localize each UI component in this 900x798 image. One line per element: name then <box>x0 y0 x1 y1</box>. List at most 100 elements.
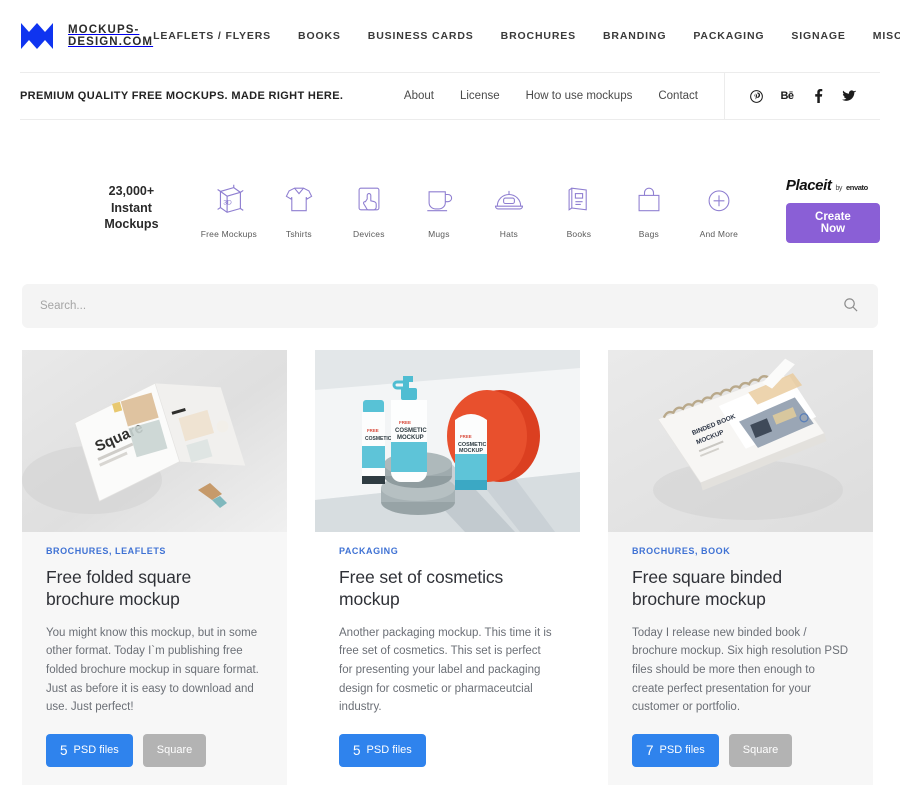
psd-files-badge[interactable]: 7 PSD files <box>632 733 719 767</box>
promo-category-bags[interactable]: Bags <box>614 177 684 239</box>
placeit-by-label: by <box>835 185 843 192</box>
primary-menu: LEAFLETS / FLYERS BOOKS BUSINESS CARDS B… <box>153 30 900 42</box>
mockup-card-description: Another packaging mockup. This time it i… <box>339 626 552 714</box>
mockup-thumbnail-square-binded-brochure[interactable]: BINDED BOOK MOCKUP <box>608 350 873 532</box>
svg-text:COSMETIC: COSMETIC <box>395 428 427 434</box>
svg-text:FREE: FREE <box>460 434 472 439</box>
search-icon <box>843 297 858 315</box>
mockup-thumbnail-cosmetics-set[interactable]: FREE COSMETIC FREE COSMETIC MOCKUP FREE … <box>315 350 580 532</box>
top-navigation-bar: MOCKUPS-DESIGN.COM LEAFLETS / FLYERS BOO… <box>0 0 900 72</box>
mockup-card-title[interactable]: Free square binded brochure mockup <box>632 567 849 611</box>
nav-item-misc[interactable]: MISC <box>873 30 900 42</box>
svg-text:FREE: FREE <box>367 428 379 433</box>
mockup-card-tags[interactable]: BROCHURES, LEAFLETS <box>46 546 263 556</box>
mockup-card-tags[interactable]: BROCHURES, BOOK <box>632 546 849 556</box>
mockup-thumbnail-folded-square-brochure[interactable]: Square <box>22 350 287 532</box>
mockup-card[interactable]: BINDED BOOK MOCKUP BROCHURES, BOOK Free … <box>608 350 873 785</box>
facebook-icon[interactable] <box>811 88 825 104</box>
nav-item-packaging[interactable]: PACKAGING <box>693 30 764 42</box>
social-links: Bē <box>724 73 856 119</box>
mockup-card[interactable]: Square BROCHURES, LEAFLETS Free folded s… <box>22 350 287 785</box>
mockup-card-body: BROCHURES, BOOK Free square binded broch… <box>608 532 873 767</box>
promo-category-strip: 23,000+ Instant Mockups 3D Free Mockups <box>0 154 900 262</box>
plus-circle-icon <box>701 177 737 221</box>
mockup-card-description: You might know this mockup, but in some … <box>46 626 259 714</box>
secondary-navigation-bar: PREMIUM QUALITY FREE MOCKUPS. MADE RIGHT… <box>20 72 880 120</box>
mockup-card-description: Today I release new binded book / brochu… <box>632 626 849 714</box>
promo-category-label: Free Mockups <box>200 229 257 239</box>
psd-count: 7 <box>646 742 654 758</box>
format-badge[interactable]: Square <box>142 733 207 767</box>
promo-category-label: Books <box>566 229 592 239</box>
book-icon <box>561 177 597 221</box>
mockup-card-body: BROCHURES, LEAFLETS Free folded square b… <box>22 532 287 767</box>
count-line-1: 23,000+ <box>108 184 155 199</box>
svg-text:COSMETIC: COSMETIC <box>365 436 392 442</box>
nav-item-books[interactable]: BOOKS <box>298 30 341 42</box>
mockup-card-body: PACKAGING Free set of cosmetics mockup A… <box>315 532 580 767</box>
psd-files-badge[interactable]: 5 PSD files <box>46 733 133 767</box>
psd-label: PSD files <box>659 744 705 757</box>
placeit-logo: Placeit by envato <box>786 177 868 194</box>
nav-item-branding[interactable]: BRANDING <box>603 30 666 42</box>
twitter-icon[interactable] <box>842 88 856 104</box>
sublink-contact[interactable]: Contact <box>658 90 698 102</box>
mockup-card[interactable]: FREE COSMETIC FREE COSMETIC MOCKUP FREE … <box>315 350 580 785</box>
count-line-3: Mockups <box>104 217 159 232</box>
promo-category-hats[interactable]: Hats <box>474 177 544 239</box>
device-tap-icon <box>351 177 387 221</box>
psd-count: 5 <box>353 742 361 758</box>
sublink-license[interactable]: License <box>460 90 500 102</box>
site-tagline: PREMIUM QUALITY FREE MOCKUPS. MADE RIGHT… <box>20 90 344 102</box>
promo-category-tshirts[interactable]: Tshirts <box>264 177 334 239</box>
promo-category-label: Hats <box>499 229 519 239</box>
tshirt-icon <box>281 177 317 221</box>
mockup-card-grid: Square BROCHURES, LEAFLETS Free folded s… <box>22 350 878 785</box>
nav-item-leaflets-flyers[interactable]: LEAFLETS / FLYERS <box>153 30 271 42</box>
brand-home-link[interactable]: MOCKUPS-DESIGN.COM <box>20 21 153 51</box>
svg-text:MOCKUP: MOCKUP <box>459 448 483 454</box>
psd-label: PSD files <box>73 744 119 757</box>
brand-name: MOCKUPS-DESIGN.COM <box>68 24 154 48</box>
svg-text:3D: 3D <box>223 200 232 207</box>
psd-label: PSD files <box>366 744 412 757</box>
format-badge[interactable]: Square <box>728 733 793 767</box>
sublink-about[interactable]: About <box>404 90 434 102</box>
mockup-card-badges: 5 PSD files <box>339 733 556 767</box>
svg-text:FREE: FREE <box>399 420 411 425</box>
mockup-card-title[interactable]: Free set of cosmetics mockup <box>339 567 556 611</box>
count-line-2: Instant <box>110 200 152 215</box>
envato-wordmark: envato <box>846 183 868 192</box>
psd-count: 5 <box>60 742 68 758</box>
promo-category-devices[interactable]: Devices <box>334 177 404 239</box>
secondary-links: About License How to use mockups Contact… <box>404 73 880 119</box>
nav-item-brochures[interactable]: BROCHURES <box>501 30 576 42</box>
search-bar[interactable] <box>22 284 878 328</box>
promo-category-free-mockups[interactable]: 3D Free Mockups <box>194 177 264 239</box>
mockup-card-title[interactable]: Free folded square brochure mockup <box>46 567 263 611</box>
nav-item-business-cards[interactable]: BUSINESS CARDS <box>368 30 474 42</box>
promo-category-and-more[interactable]: And More <box>684 177 754 239</box>
mockup-card-badges: 5 PSD files Square <box>46 733 263 767</box>
cube-3d-icon: 3D <box>210 177 248 221</box>
psd-files-badge[interactable]: 5 PSD files <box>339 733 426 767</box>
pinterest-icon[interactable] <box>749 88 763 104</box>
promo-category-label: And More <box>699 229 739 239</box>
promo-category-label: Bags <box>638 229 659 239</box>
search-submit-button[interactable] <box>840 296 860 316</box>
instant-mockups-count: 23,000+ Instant Mockups <box>85 183 178 233</box>
create-now-button[interactable]: Create Now <box>785 203 880 243</box>
promo-category-books[interactable]: Books <box>544 177 614 239</box>
mockup-card-tags[interactable]: PACKAGING <box>339 546 556 556</box>
svg-text:MOCKUP: MOCKUP <box>397 435 424 441</box>
cap-icon <box>491 177 527 221</box>
mockup-card-badges: 7 PSD files Square <box>632 733 849 767</box>
promo-category-mugs[interactable]: Mugs <box>404 177 474 239</box>
shopping-bag-icon <box>631 177 667 221</box>
search-input[interactable] <box>40 300 840 312</box>
m-logo-icon <box>20 21 54 51</box>
placeit-promo: Placeit by envato Create Now <box>785 173 880 243</box>
behance-icon[interactable]: Bē <box>780 88 794 104</box>
nav-item-signage[interactable]: SIGNAGE <box>791 30 845 42</box>
sublink-how-to-use-mockups[interactable]: How to use mockups <box>526 90 633 102</box>
